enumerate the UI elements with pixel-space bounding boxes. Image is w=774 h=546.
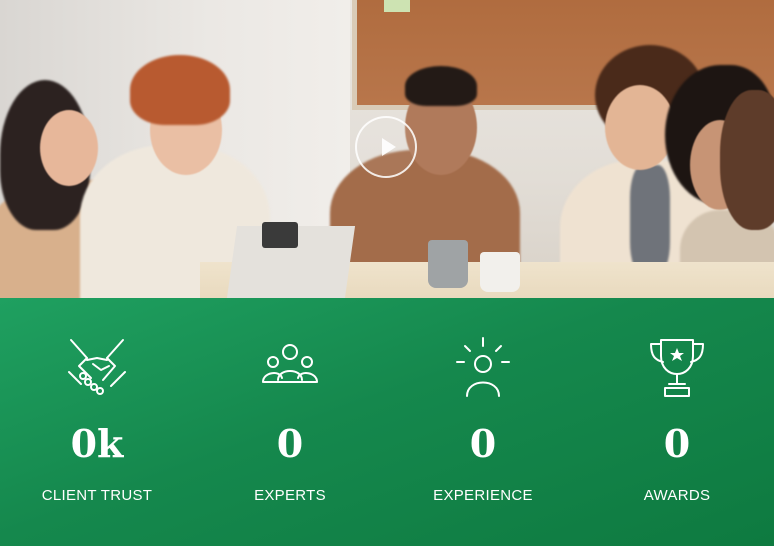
stat-awards: 0 AWARDS [580,298,774,546]
photo-mug [480,252,520,292]
stat-value: 0 [276,421,304,466]
photo-person [720,90,774,230]
photo-sticky-note [384,0,410,12]
photo-cup [262,222,298,248]
stat-label: CLIENT TRUST [41,487,153,504]
stat-experts: 0 EXPERTS [193,298,387,546]
stat-client-trust: 0k CLIENT TRUST [0,298,194,546]
team-icon [258,336,322,400]
stat-value: 0k [70,421,124,466]
idea-person-icon [451,336,515,400]
stat-label: EXPERTS [254,487,326,504]
stat-value: 0 [663,421,691,466]
handshake-icon [65,336,129,400]
play-video-button[interactable] [355,116,417,178]
photo-mug [428,240,468,288]
stat-experience: 0 EXPERIENCE [386,298,580,546]
photo-person [40,110,98,186]
play-icon [381,138,396,156]
photo-person [630,165,670,275]
stat-value: 0 [469,421,497,466]
trophy-icon [645,336,709,400]
team-meeting-photo [0,0,774,298]
photo-person [405,66,477,106]
photo-person [130,55,230,125]
stat-label: EXPERIENCE [433,487,533,504]
stat-label: AWARDS [643,487,711,504]
stats-section: 0k CLIENT TRUST 0 EXPERTS 0 EXPERIENCE 0… [0,298,774,546]
